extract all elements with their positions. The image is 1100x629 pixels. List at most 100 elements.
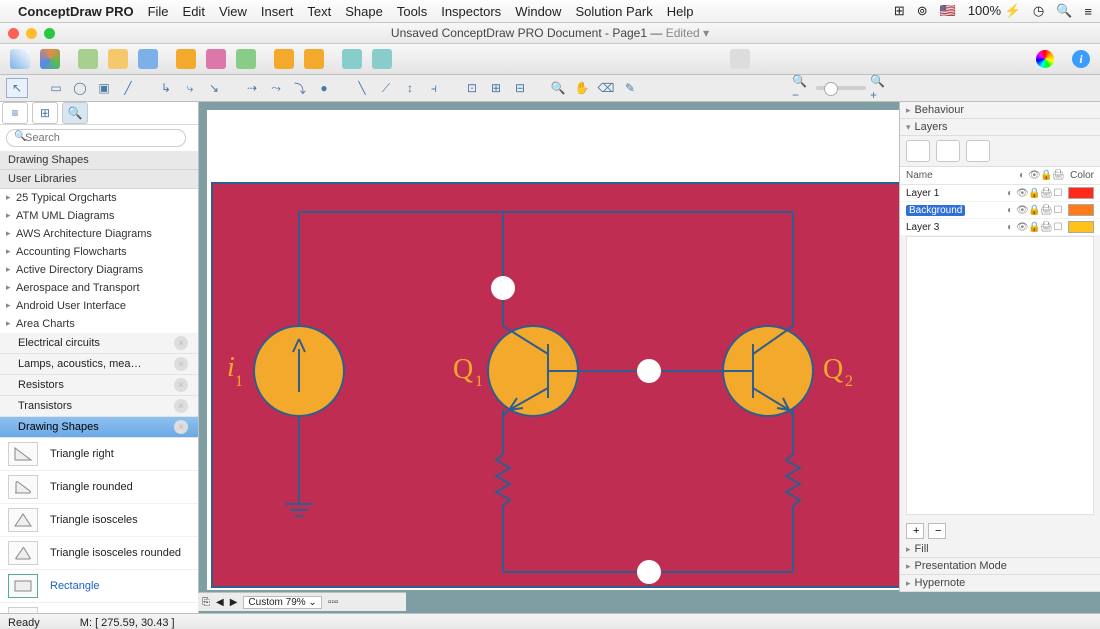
section-layers[interactable]: ▾Layers <box>900 119 1100 136</box>
section-hypernote[interactable]: ▸Hypernote <box>900 575 1100 592</box>
scroll-lock-icon[interactable]: ⎘ <box>202 597 210 608</box>
page-thumb[interactable]: ▫▫▫ <box>328 597 339 608</box>
shape-item[interactable]: Triangle isosceles <box>0 504 198 537</box>
connector-tool[interactable]: ↘ <box>204 79 224 97</box>
shape-item[interactable]: Rectangle rounded <box>0 603 198 613</box>
menu-solution-park[interactable]: Solution Park <box>575 4 652 19</box>
menu-extra-icon[interactable]: ≡ <box>1084 4 1092 19</box>
connector-tool[interactable]: ⤵ <box>290 79 310 97</box>
shape-item[interactable]: Triangle isosceles rounded <box>0 537 198 570</box>
layer-tab[interactable] <box>966 140 990 162</box>
shape-item[interactable]: Triangle rounded <box>0 471 198 504</box>
menu-shape[interactable]: Shape <box>345 4 383 19</box>
shape-item[interactable]: Triangle right <box>0 438 198 471</box>
open-library-selected[interactable]: Drawing Shapes× <box>0 417 198 438</box>
flow-icon[interactable] <box>108 49 128 69</box>
menu-window[interactable]: Window <box>515 4 561 19</box>
eyedropper-tool[interactable]: ✎ <box>620 79 640 97</box>
textbox-tool[interactable]: ▣ <box>94 79 114 97</box>
library-category[interactable]: Accounting Flowcharts <box>0 243 198 261</box>
wifi-icon[interactable]: ⊚ <box>917 3 928 19</box>
next-page-button[interactable]: ▶ <box>230 597 238 608</box>
pointer-tool[interactable]: ↖ <box>6 78 28 98</box>
hand-tool[interactable]: ✋ <box>572 79 592 97</box>
menu-help[interactable]: Help <box>667 4 694 19</box>
zoom-tool[interactable]: 🔍 <box>548 79 568 97</box>
battery-status[interactable]: 100% ⚡ <box>968 3 1021 19</box>
clock-icon[interactable]: ◷ <box>1033 3 1044 19</box>
ellipse-tool[interactable]: ◯ <box>70 79 90 97</box>
close-library-icon[interactable]: × <box>174 336 188 350</box>
library-view-toggle[interactable]: ≡ <box>2 102 28 124</box>
zoom-out-button[interactable]: 🔍− <box>792 79 812 97</box>
close-library-icon[interactable]: × <box>174 399 188 413</box>
layer-row[interactable]: Layer 3 ◐👁🔒🖨☐ <box>900 219 1100 236</box>
library-category[interactable]: 25 Typical Orgcharts <box>0 189 198 207</box>
connector-tool[interactable]: ⇢ <box>242 79 262 97</box>
tool-icon[interactable] <box>274 49 294 69</box>
layer-color-swatch[interactable] <box>1068 187 1094 199</box>
library-category[interactable]: Area Charts <box>0 315 198 333</box>
section-presentation[interactable]: ▸Presentation Mode <box>900 558 1100 575</box>
tray-icon[interactable]: ⊞ <box>894 3 905 19</box>
search-input[interactable] <box>6 129 186 147</box>
section-behaviour[interactable]: ▸Behaviour <box>900 102 1100 119</box>
menu-insert[interactable]: Insert <box>261 4 294 19</box>
category-header[interactable]: Drawing Shapes <box>0 151 198 170</box>
menu-tools[interactable]: Tools <box>397 4 427 19</box>
zoom-in-button[interactable]: 🔍+ <box>870 79 890 97</box>
tool-icon[interactable] <box>342 49 362 69</box>
library-category[interactable]: Aerospace and Transport <box>0 279 198 297</box>
category-header[interactable]: User Libraries <box>0 170 198 189</box>
remove-layer-button[interactable]: − <box>928 523 946 539</box>
menu-edit[interactable]: Edit <box>183 4 205 19</box>
info-icon[interactable]: i <box>1072 50 1090 68</box>
palette-icon[interactable] <box>40 49 60 69</box>
line-style-tool[interactable]: ╲ <box>352 79 372 97</box>
library-search-toggle[interactable]: 🔍 <box>62 102 88 124</box>
menu-view[interactable]: View <box>219 4 247 19</box>
menu-file[interactable]: File <box>148 4 169 19</box>
zoom-window-button[interactable] <box>44 28 55 39</box>
open-library[interactable]: Resistors× <box>0 375 198 396</box>
library-category[interactable]: ATM UML Diagrams <box>0 207 198 225</box>
shape-item-selected[interactable]: Rectangle <box>0 570 198 603</box>
arc-tool[interactable]: ⟋ <box>376 79 396 97</box>
spotlight-icon[interactable]: 🔍 <box>1056 3 1072 19</box>
layer-tab[interactable] <box>906 140 930 162</box>
close-library-icon[interactable]: × <box>174 357 188 371</box>
tool-icon[interactable] <box>730 49 750 69</box>
connector-tool[interactable]: ⤷ <box>180 79 200 97</box>
library-grid-toggle[interactable]: ⊞ <box>32 102 58 124</box>
canvas-area[interactable]: i 1 Q 1 Q 2 ▸Behaviour ▾Layers Name ◐👁🔒🖨 <box>199 102 1100 613</box>
tool-icon[interactable] <box>176 49 196 69</box>
connector-tool[interactable]: ● <box>314 79 334 97</box>
add-layer-button[interactable]: + <box>906 523 924 539</box>
library-category[interactable]: AWS Architecture Diagrams <box>0 225 198 243</box>
line-tool[interactable]: ╱ <box>118 79 138 97</box>
open-library[interactable]: Electrical circuits× <box>0 333 198 354</box>
color-wheel-icon[interactable] <box>1036 50 1054 68</box>
layer-color-swatch[interactable] <box>1068 204 1094 216</box>
spacing-tool[interactable]: ⫞ <box>424 79 444 97</box>
tool-icon[interactable] <box>372 49 392 69</box>
dimension-tool[interactable]: ↕ <box>400 79 420 97</box>
connector-tool[interactable]: ⤳ <box>266 79 286 97</box>
tool-icon[interactable] <box>304 49 324 69</box>
close-library-icon[interactable]: × <box>174 420 188 434</box>
layer-tab[interactable] <box>936 140 960 162</box>
eraser-tool[interactable]: ⌫ <box>596 79 616 97</box>
zoom-slider[interactable] <box>816 86 866 90</box>
menu-inspectors[interactable]: Inspectors <box>441 4 501 19</box>
rect-tool[interactable]: ▭ <box>46 79 66 97</box>
tool-icon[interactable] <box>206 49 226 69</box>
app-name[interactable]: ConceptDraw PRO <box>18 4 134 19</box>
library-category[interactable]: Active Directory Diagrams <box>0 261 198 279</box>
layer-color-swatch[interactable] <box>1068 221 1094 233</box>
minimize-window-button[interactable] <box>26 28 37 39</box>
distribute-tool[interactable]: ⊟ <box>510 79 530 97</box>
chart-icon[interactable] <box>138 49 158 69</box>
library-category[interactable]: Android User Interface <box>0 297 198 315</box>
close-library-icon[interactable]: × <box>174 378 188 392</box>
document-title[interactable]: Unsaved ConceptDraw PRO Document - Page1… <box>391 26 709 40</box>
